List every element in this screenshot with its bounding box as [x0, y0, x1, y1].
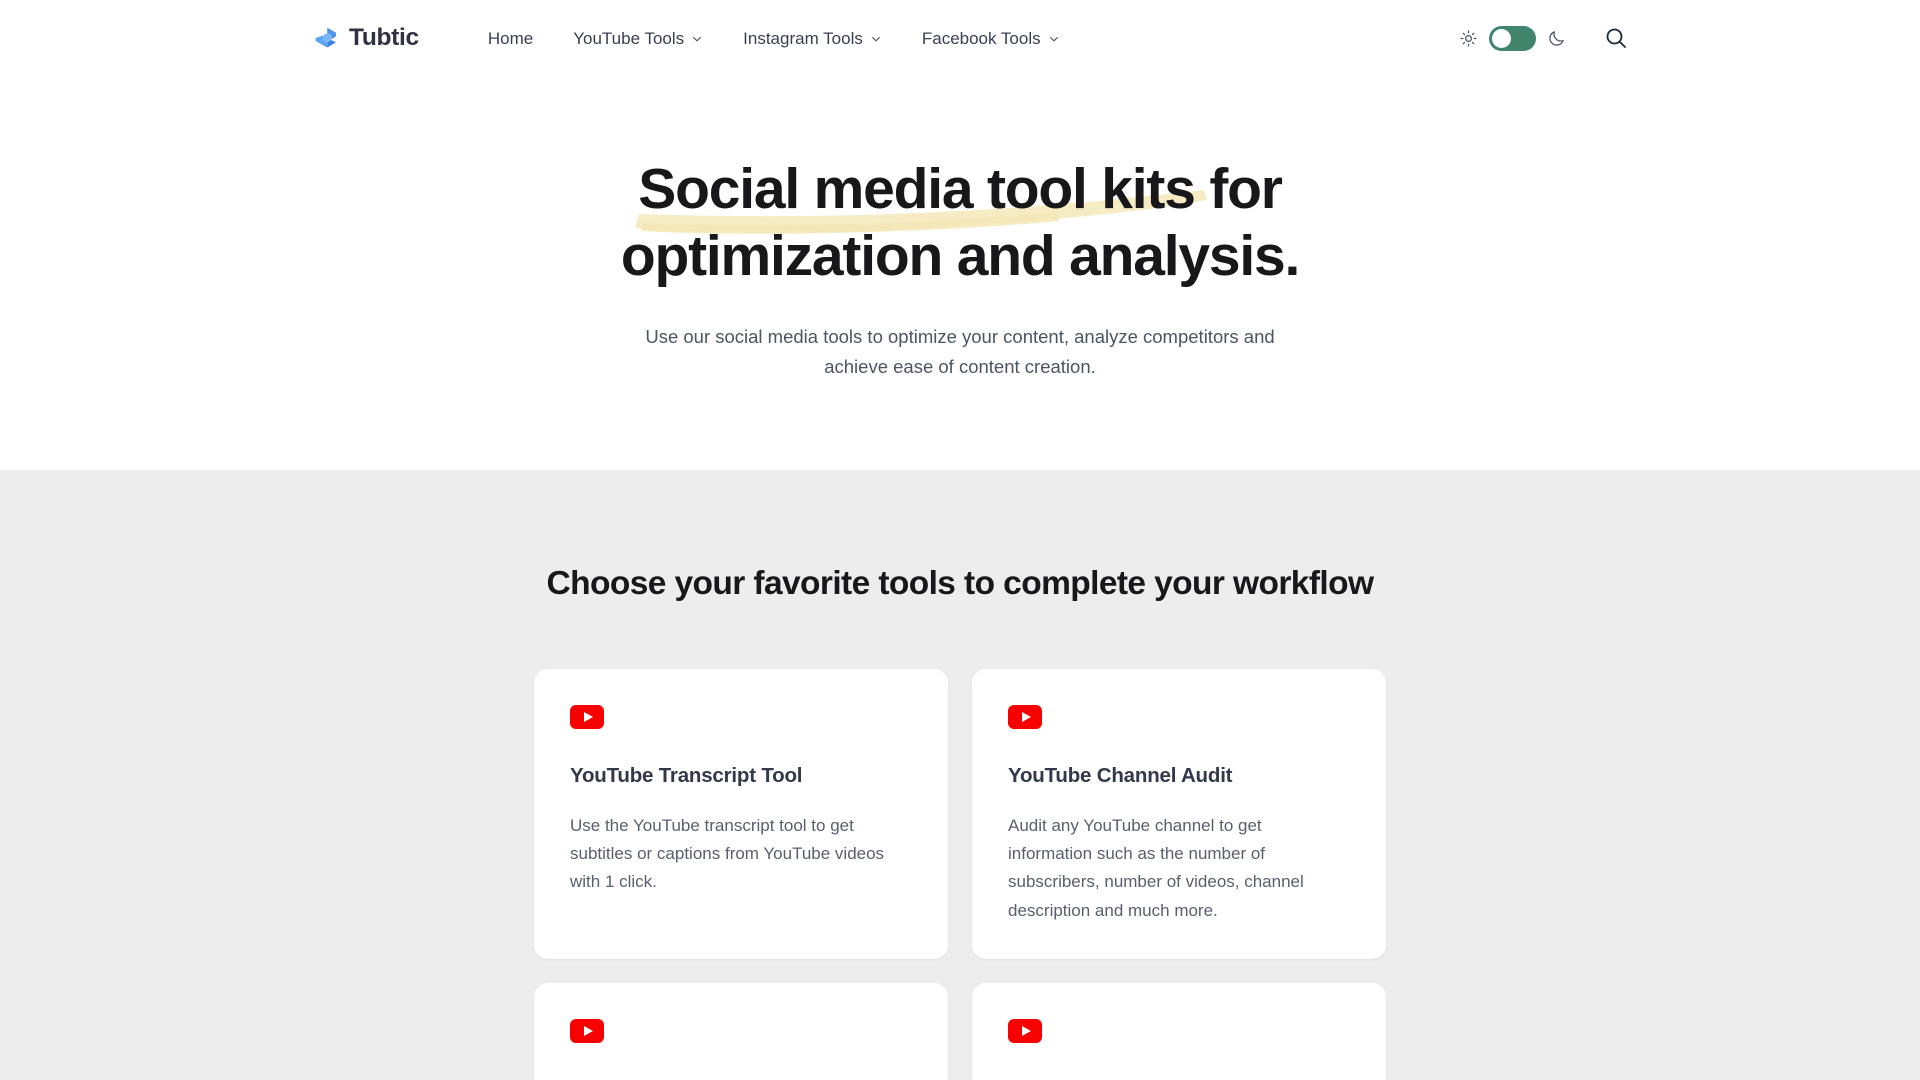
- moon-icon[interactable]: [1547, 29, 1566, 48]
- brand-name: Tubtic: [349, 23, 419, 51]
- theme-toggle-switch[interactable]: [1489, 25, 1536, 51]
- hero-subtitle: Use our social media tools to optimize y…: [640, 322, 1280, 382]
- nav-item-label: Home: [487, 28, 534, 48]
- tool-card-youtube-transcript[interactable]: YouTube Transcript Tool Use the YouTube …: [534, 668, 948, 960]
- nav-item-label: Instagram Tools: [743, 28, 863, 48]
- hero-title: Social media tool kits for optimization …: [510, 156, 1410, 291]
- site-header: Tubtic Home YouTube Tools Instagram Tool…: [0, 0, 1920, 76]
- nav-item-facebook-tools[interactable]: Facebook Tools: [902, 22, 1080, 55]
- brand-logo-link[interactable]: Tubtic: [313, 25, 419, 51]
- youtube-icon: [570, 704, 604, 729]
- hero-title-highlighted: Social media tool kits: [638, 157, 1196, 221]
- hero-title-line2: optimization and analysis.: [620, 224, 1300, 289]
- tools-card-grid: YouTube Transcript Tool Use the YouTube …: [534, 668, 1386, 1080]
- header-actions: [1459, 24, 1630, 52]
- tool-card-youtube-channel-id-finder[interactable]: YouTube Channel ID Finder: [534, 983, 948, 1080]
- search-icon: [1606, 28, 1626, 48]
- tool-card-description: Audit any YouTube channel to get informa…: [1008, 815, 1304, 920]
- tools-section: Choose your favorite tools to complete y…: [0, 469, 1920, 1080]
- tool-card-title: YouTube Transcript Tool: [570, 763, 803, 787]
- nav-item-instagram-tools[interactable]: Instagram Tools: [723, 22, 902, 55]
- nav-item-home[interactable]: Home: [468, 22, 553, 55]
- tool-card-ai-youtube-title-generator[interactable]: AI YouTube Title Generator: [972, 983, 1386, 1080]
- chevron-down-icon: [693, 36, 702, 42]
- youtube-icon: [1008, 1019, 1042, 1044]
- tool-card-youtube-channel-audit[interactable]: YouTube Channel Audit Audit any YouTube …: [972, 668, 1386, 960]
- chevron-down-icon: [871, 36, 880, 42]
- page-root: Tubtic Home YouTube Tools Instagram Tool…: [0, 0, 1920, 1080]
- tool-card-title: YouTube Channel Audit: [1008, 763, 1233, 787]
- nav-item-youtube-tools[interactable]: YouTube Tools: [553, 22, 723, 55]
- theme-switcher: [1459, 25, 1566, 51]
- chevron-down-icon: [1049, 36, 1058, 42]
- main-navigation: Home YouTube Tools Instagram Tools Faceb…: [468, 22, 1080, 55]
- theme-toggle-knob: [1492, 28, 1511, 48]
- search-button[interactable]: [1602, 24, 1630, 52]
- youtube-icon: [570, 1019, 604, 1044]
- hero-title-rest: for: [1194, 157, 1283, 221]
- cube-logo-icon: [315, 27, 336, 48]
- hero-subtitle-line1: Use our social media tools to optimize y…: [645, 325, 1239, 347]
- nav-item-label: YouTube Tools: [573, 28, 685, 48]
- hero-section: Social media tool kits for optimization …: [0, 76, 1920, 470]
- sun-icon[interactable]: [1459, 29, 1478, 48]
- tools-section-title: Choose your favorite tools to complete y…: [546, 564, 1374, 602]
- tool-card-description: Use the YouTube transcript tool to get s…: [570, 815, 885, 892]
- youtube-icon: [1008, 704, 1042, 729]
- nav-item-label: Facebook Tools: [921, 28, 1041, 48]
